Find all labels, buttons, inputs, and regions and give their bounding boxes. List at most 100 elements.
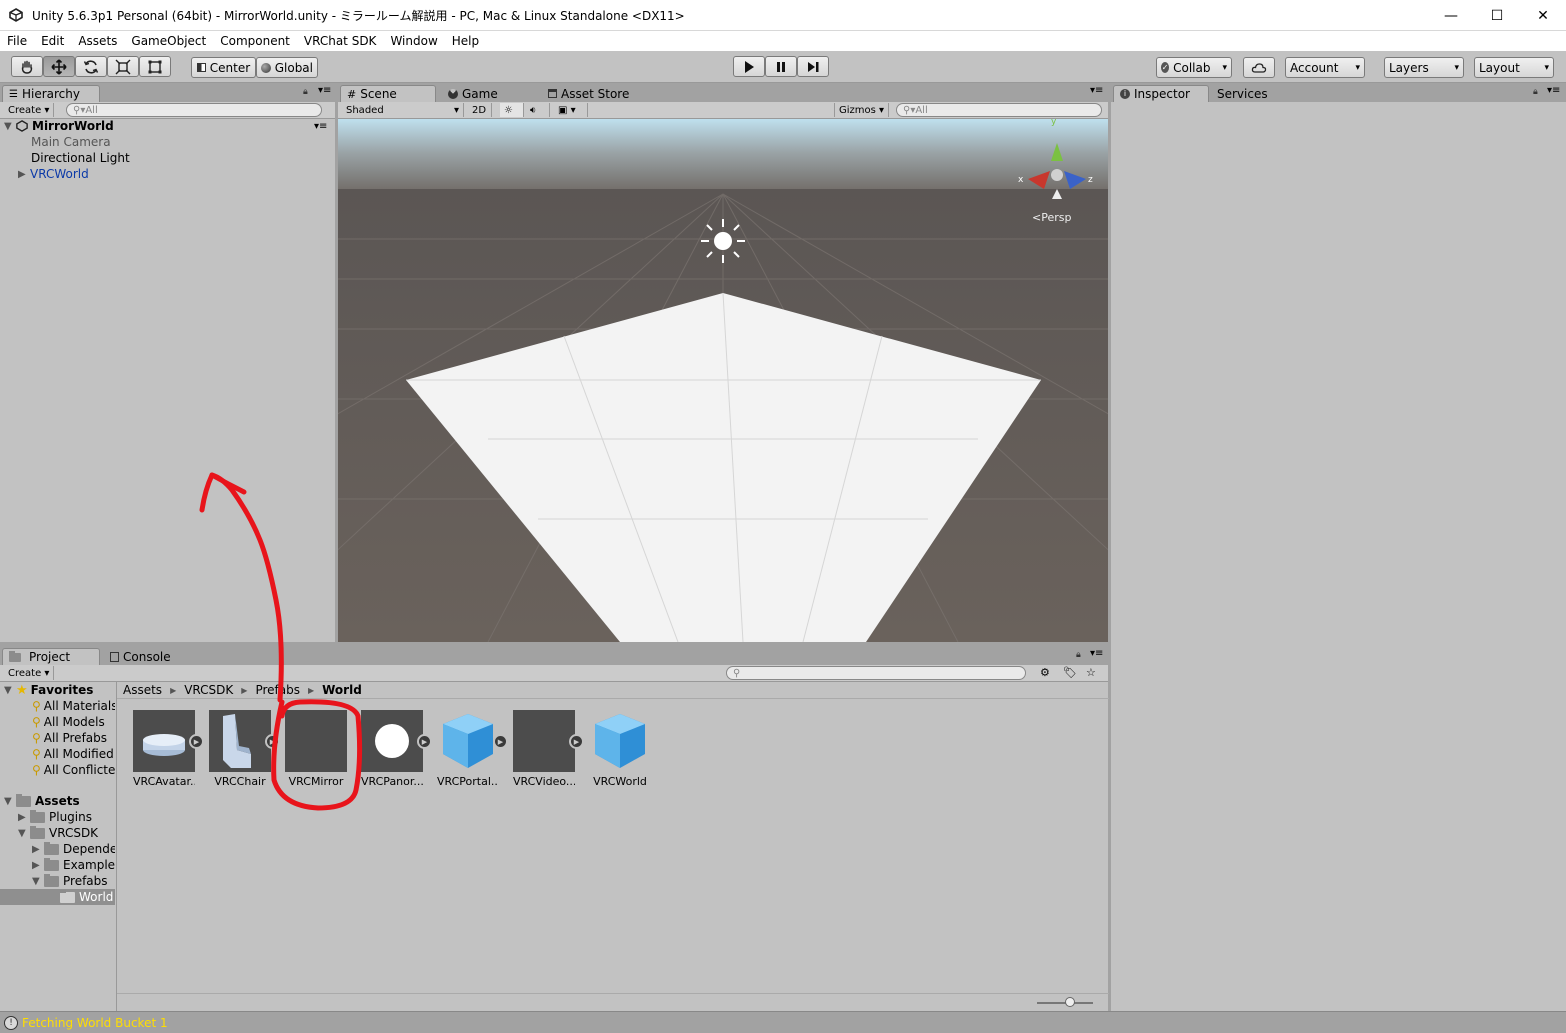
favorite-item[interactable]: ⚲ All Conflicte: [0, 762, 115, 778]
assets-root-row[interactable]: ▼ Assets: [0, 793, 80, 809]
menu-window[interactable]: Window: [383, 34, 444, 48]
expand-arrow-icon[interactable]: ▼: [4, 121, 16, 132]
account-dropdown[interactable]: Account: [1285, 57, 1365, 78]
panel-menu-icon[interactable]: ▾≡: [1547, 85, 1560, 96]
lock-icon[interactable]: 🔒︎: [1533, 87, 1538, 97]
expand-prefab-icon[interactable]: ▶: [417, 734, 432, 749]
asset-vrcmirror[interactable]: VRCMirror: [285, 710, 347, 788]
asset-vrcportal[interactable]: ▶ VRCPortal...: [437, 710, 508, 788]
tab-scene[interactable]: # Scene: [340, 85, 436, 102]
expand-arrow-icon[interactable]: ▼: [4, 796, 16, 807]
tab-services[interactable]: Services: [1211, 85, 1276, 102]
favorite-item[interactable]: ⚲ All Prefabs: [0, 730, 107, 746]
panel-menu-icon[interactable]: ▾≡: [1090, 85, 1103, 96]
tree-item-examples[interactable]: ▶ Examples: [0, 857, 115, 873]
projection-label[interactable]: <Persp: [1032, 211, 1071, 224]
collab-button[interactable]: ✓ Collab: [1156, 57, 1232, 78]
collapse-arrow-icon[interactable]: ▶: [18, 169, 30, 180]
cloud-button[interactable]: [1243, 57, 1275, 78]
lock-icon[interactable]: 🔒︎: [1076, 650, 1081, 660]
asset-vrcvideo[interactable]: ▶ VRCVideo...: [513, 710, 584, 788]
expand-prefab-icon[interactable]: ▶: [189, 734, 204, 749]
step-button[interactable]: [797, 56, 829, 77]
space-toggle-button[interactable]: Global: [256, 57, 318, 78]
tab-game[interactable]: Game: [442, 85, 506, 102]
breadcrumb-assets[interactable]: Assets: [123, 683, 162, 697]
save-search-star-icon[interactable]: ☆: [1086, 666, 1096, 679]
favorite-item[interactable]: ⚲ All Materials: [0, 698, 115, 714]
scale-tool-button[interactable]: [107, 56, 139, 77]
menu-edit[interactable]: Edit: [34, 34, 71, 48]
rotate-tool-button[interactable]: [75, 56, 107, 77]
project-search-input[interactable]: ⚲: [726, 666, 1026, 680]
scene-row[interactable]: ▼ MirrorWorld ▾≡: [0, 118, 335, 134]
expand-prefab-icon[interactable]: ▶: [569, 734, 584, 749]
menu-assets[interactable]: Assets: [71, 34, 124, 48]
tree-item-vrcsdk[interactable]: ▼ VRCSDK: [0, 825, 98, 841]
tab-inspector[interactable]: i Inspector: [1113, 85, 1209, 102]
filter-type-icon[interactable]: ⚙: [1040, 666, 1050, 679]
lock-icon[interactable]: 🔒︎: [303, 87, 308, 97]
hierarchy-item-directional-light[interactable]: Directional Light: [0, 150, 130, 166]
favorites-row[interactable]: ▼ ★ Favorites: [0, 682, 93, 698]
effects-dropdown[interactable]: ▣ ▾: [554, 103, 588, 117]
close-button[interactable]: ✕: [1520, 0, 1566, 31]
favorite-item[interactable]: ⚲ All Modified: [0, 746, 114, 762]
hierarchy-item-main-camera[interactable]: Main Camera: [0, 134, 111, 150]
panel-menu-icon[interactable]: ▾≡: [1090, 648, 1103, 659]
tree-item-plugins[interactable]: ▶ Plugins: [0, 809, 92, 825]
shading-dropdown[interactable]: Shaded ▾: [342, 103, 464, 117]
move-tool-button[interactable]: [43, 56, 75, 77]
play-button[interactable]: [733, 56, 765, 77]
tree-item-world[interactable]: World: [0, 889, 115, 905]
tab-hierarchy[interactable]: ☰ Hierarchy: [2, 85, 100, 102]
menu-gameobject[interactable]: GameObject: [124, 34, 213, 48]
project-create-button[interactable]: Create ▾: [4, 666, 55, 680]
panel-menu-icon[interactable]: ▾≡: [318, 85, 331, 96]
expand-prefab-icon[interactable]: ▶: [265, 734, 280, 749]
asset-vrcavatar-pedestal[interactable]: ▶ VRCAvatar...: [133, 710, 204, 788]
asset-vrcworld[interactable]: VRCWorld: [589, 710, 651, 788]
layout-dropdown[interactable]: Layout: [1474, 57, 1554, 78]
tree-item-prefabs[interactable]: ▼ Prefabs: [0, 873, 108, 889]
breadcrumb-vrcsdk[interactable]: VRCSDK: [184, 683, 233, 697]
filter-label-icon[interactable]: 🏷︎: [1063, 666, 1077, 679]
layers-dropdown[interactable]: Layers: [1384, 57, 1464, 78]
tab-project[interactable]: Project: [2, 648, 100, 665]
menu-file[interactable]: File: [0, 34, 34, 48]
status-message[interactable]: Fetching World Bucket 1: [22, 1016, 168, 1030]
menu-help[interactable]: Help: [445, 34, 486, 48]
asset-vrcpanorama[interactable]: ▶ VRCPanor...: [361, 710, 432, 788]
tab-console[interactable]: Console: [104, 648, 179, 665]
collapse-arrow-icon[interactable]: ▶: [18, 812, 30, 823]
hand-tool-button[interactable]: [11, 56, 43, 77]
scene-search-input[interactable]: ⚲▾ All: [896, 103, 1102, 117]
favorite-item[interactable]: ⚲ All Models: [0, 714, 105, 730]
minimize-button[interactable]: —: [1428, 0, 1474, 31]
lighting-toggle-button[interactable]: ☼: [500, 103, 524, 117]
expand-arrow-icon[interactable]: ▼: [32, 876, 44, 887]
tree-item-dependencies[interactable]: ▶ Depende: [0, 841, 115, 857]
expand-prefab-icon[interactable]: ▶: [493, 734, 508, 749]
collapse-arrow-icon[interactable]: ▶: [32, 860, 44, 871]
maximize-button[interactable]: ☐: [1474, 0, 1520, 31]
tab-asset-store[interactable]: Asset Store: [542, 85, 637, 102]
slider-handle[interactable]: [1065, 997, 1075, 1007]
expand-arrow-icon[interactable]: ▼: [18, 828, 30, 839]
scene-viewport[interactable]: y x z <Persp: [338, 119, 1108, 642]
gizmos-dropdown[interactable]: Gizmos ▾: [834, 103, 890, 117]
breadcrumb-prefabs[interactable]: Prefabs: [255, 683, 300, 697]
hierarchy-item-vrcworld[interactable]: ▶ VRCWorld: [0, 166, 89, 182]
pivot-toggle-button[interactable]: Center: [191, 57, 256, 78]
pause-button[interactable]: [765, 56, 797, 77]
rect-tool-button[interactable]: [139, 56, 171, 77]
collapse-arrow-icon[interactable]: ▶: [32, 844, 44, 855]
menu-component[interactable]: Component: [213, 34, 297, 48]
audio-toggle-button[interactable]: 🔉︎: [526, 103, 550, 117]
breadcrumb-world[interactable]: World: [322, 683, 362, 697]
hierarchy-create-button[interactable]: Create ▾: [4, 103, 55, 117]
menu-vrchat-sdk[interactable]: VRChat SDK: [297, 34, 384, 48]
hierarchy-search-input[interactable]: ⚲▾ All: [66, 103, 322, 117]
asset-vrcchair[interactable]: ▶ VRCChair: [209, 710, 280, 788]
expand-arrow-icon[interactable]: ▼: [4, 685, 16, 696]
